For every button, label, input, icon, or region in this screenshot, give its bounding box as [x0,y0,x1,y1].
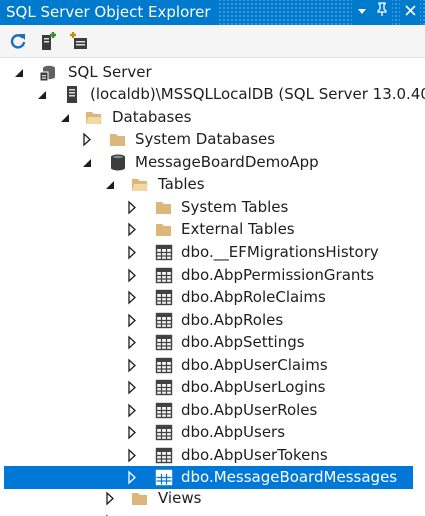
collapsed-arrow-icon[interactable] [125,334,139,351]
collapsed-arrow-icon[interactable] [125,199,139,216]
tree-node-views[interactable]: Views [0,487,425,510]
tree-node-tables[interactable]: Tables [0,173,425,196]
tree-node-label: dbo.AbpUserRoles [181,401,318,419]
collapsed-arrow-icon[interactable] [125,379,139,396]
table-icon [154,356,174,375]
tree-node-database[interactable]: MessageBoardDemoApp [0,151,425,174]
collapsed-arrow-icon[interactable] [125,244,139,261]
folder-icon [154,220,174,239]
tree-node-label: MessageBoardDemoApp [135,153,319,171]
table-row[interactable]: dbo.AbpUserTokens [0,444,425,467]
table-icon [154,401,174,420]
tree-node-label: dbo.AbpUserClaims [181,356,328,374]
tree-node-external-tables[interactable]: External Tables [0,218,425,241]
tree-node-label: (localdb)\MSSQLLocalDB (SQL Server 13.0.… [90,85,425,103]
tree-node-system-tables[interactable]: System Tables [0,196,425,219]
table-row[interactable]: dbo.AbpRoleClaims [0,286,425,309]
tree-node-system-databases[interactable]: System Databases [0,128,425,151]
tree-node-sql-server[interactable]: SQL Server [0,61,425,84]
toolbar [0,25,425,58]
folder-icon [130,489,150,508]
expanded-arrow-icon[interactable] [58,109,72,126]
collapsed-arrow-icon[interactable] [125,402,139,419]
tree-node-databases[interactable]: Databases [0,106,425,129]
close-icon [404,5,416,16]
tree-node-partial [0,510,425,516]
table-icon [154,266,174,285]
collapsed-arrow-icon[interactable] [125,221,139,238]
chevron-down-icon [358,9,366,14]
table-icon [154,446,174,465]
tree-node-label: System Tables [181,198,289,216]
open-folder-icon [84,108,104,127]
collapsed-arrow-icon[interactable] [125,289,139,306]
table-icon [154,378,174,397]
tree-node-label: dbo.AbpUserTokens [181,446,328,464]
refresh-button[interactable] [7,30,29,52]
expanded-arrow-icon[interactable] [103,176,117,193]
tree-node-label: dbo.AbpUserLogins [181,378,326,396]
object-explorer-tree: SQL Server (localdb)\MSSQLLocalDB (SQL S… [0,58,425,516]
table-row[interactable]: dbo.AbpSettings [0,331,425,354]
collapsed-arrow-icon[interactable] [80,131,94,148]
table-icon [154,243,174,262]
window-title: SQL Server Object Explorer [0,0,217,25]
tree-node-label: dbo.__EFMigrationsHistory [181,243,379,261]
table-row[interactable]: dbo.AbpUserLogins [0,376,425,399]
tree-node-label: dbo.AbpSettings [181,333,305,351]
table-icon [154,311,174,330]
dropdown-menu-button[interactable] [352,0,372,25]
add-sql-server-icon [42,32,56,50]
table-row[interactable]: dbo.AbpUsers [0,421,425,444]
tree-node-label: dbo.MessageBoardMessages [181,468,398,486]
tree-node-label: System Databases [135,130,276,148]
table-icon [154,333,174,352]
collapsed-arrow-icon[interactable] [125,267,139,284]
tree-node-instance[interactable]: (localdb)\MSSQLLocalDB (SQL Server 13.0.… [0,83,425,106]
collapsed-arrow-icon[interactable] [125,312,139,329]
tree-node-label: dbo.AbpRoleClaims [181,288,326,306]
table-row[interactable]: dbo.__EFMigrationsHistory [0,241,425,264]
tree-node-label: dbo.AbpUsers [181,423,286,441]
title-bar: SQL Server Object Explorer [0,0,425,25]
new-query-button[interactable] [68,30,90,52]
tree-node-label: Views [158,489,202,507]
new-query-icon [70,32,87,49]
open-folder-icon [130,175,150,194]
table-row[interactable]: dbo.AbpUserClaims [0,354,425,377]
table-icon [154,468,174,487]
folder-icon [130,512,150,516]
table-row[interactable]: dbo.AbpPermissionGrants [0,264,425,287]
expanded-arrow-icon[interactable] [80,154,94,171]
expanded-arrow-icon[interactable] [12,64,26,81]
refresh-icon [10,34,26,49]
collapsed-arrow-icon[interactable] [125,447,139,464]
add-sql-server-button[interactable] [38,30,60,52]
folder-icon [154,198,174,217]
tree-node-label: dbo.AbpPermissionGrants [181,266,375,284]
pin-icon [377,2,387,16]
collapsed-arrow-icon[interactable] [125,357,139,374]
collapsed-arrow-icon[interactable] [103,490,117,507]
table-row[interactable]: dbo.AbpRoles [0,309,425,332]
tree-node-label: External Tables [181,220,295,238]
close-button[interactable] [400,0,420,25]
collapsed-arrow-icon[interactable] [125,424,139,441]
tree-node-label: dbo.AbpRoles [181,311,284,329]
server-instance-icon [63,85,83,104]
tree-node-label: SQL Server [68,63,152,81]
pin-button[interactable] [372,0,392,25]
table-icon [154,423,174,442]
sql-server-icon [38,63,58,82]
folder-icon [108,130,128,149]
table-icon [154,288,174,307]
tree-node-label: Tables [158,175,205,193]
database-icon [108,153,128,172]
tree-node-label: Databases [112,108,192,126]
table-row[interactable]: dbo.AbpUserRoles [0,399,425,422]
table-row[interactable]: dbo.MessageBoardMessages [0,466,425,489]
collapsed-arrow-icon[interactable] [125,469,139,486]
expanded-arrow-icon[interactable] [35,86,49,103]
